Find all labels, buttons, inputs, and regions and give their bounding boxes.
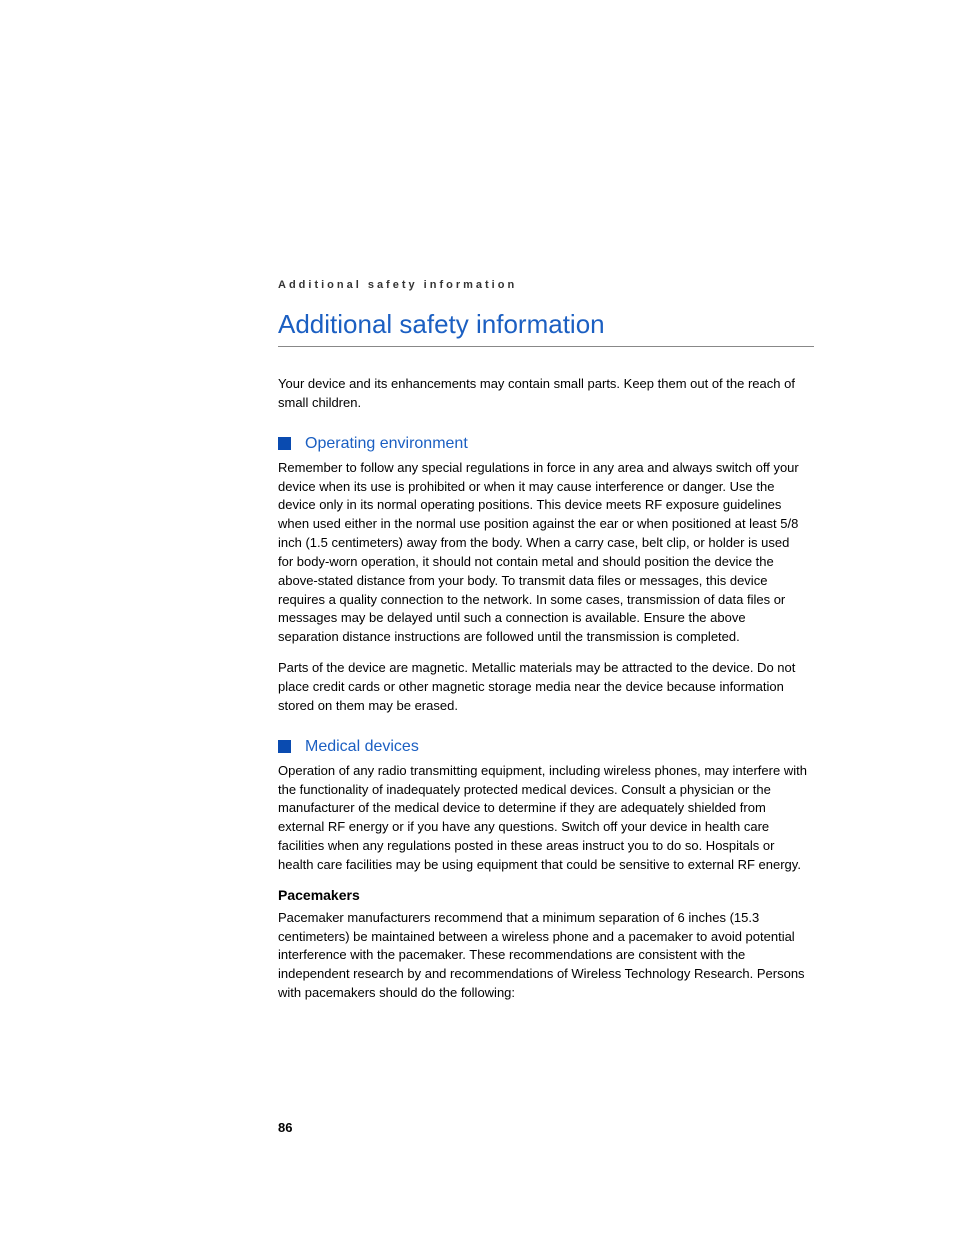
operating-environment-paragraph-1: Remember to follow any special regulatio… [278,459,808,647]
page-number: 86 [278,1120,292,1135]
square-bullet-icon [278,437,291,450]
medical-devices-paragraph-1: Operation of any radio transmitting equi… [278,762,808,875]
sub-heading-pacemakers: Pacemakers [278,887,814,903]
page-container: Additional safety information Additional… [0,0,954,1003]
section-title-medical-devices: Medical devices [305,738,419,756]
section-heading-operating-environment: Operating environment [278,435,814,453]
main-title: Additional safety information [278,309,814,347]
intro-paragraph: Your device and its enhancements may con… [278,375,808,413]
section-title-operating-environment: Operating environment [305,435,468,453]
spacer [278,728,814,738]
running-header: Additional safety information [278,279,814,291]
pacemakers-paragraph: Pacemaker manufacturers recommend that a… [278,909,808,1003]
square-bullet-icon [278,740,291,753]
section-heading-medical-devices: Medical devices [278,738,814,756]
operating-environment-paragraph-2: Parts of the device are magnetic. Metall… [278,659,808,716]
